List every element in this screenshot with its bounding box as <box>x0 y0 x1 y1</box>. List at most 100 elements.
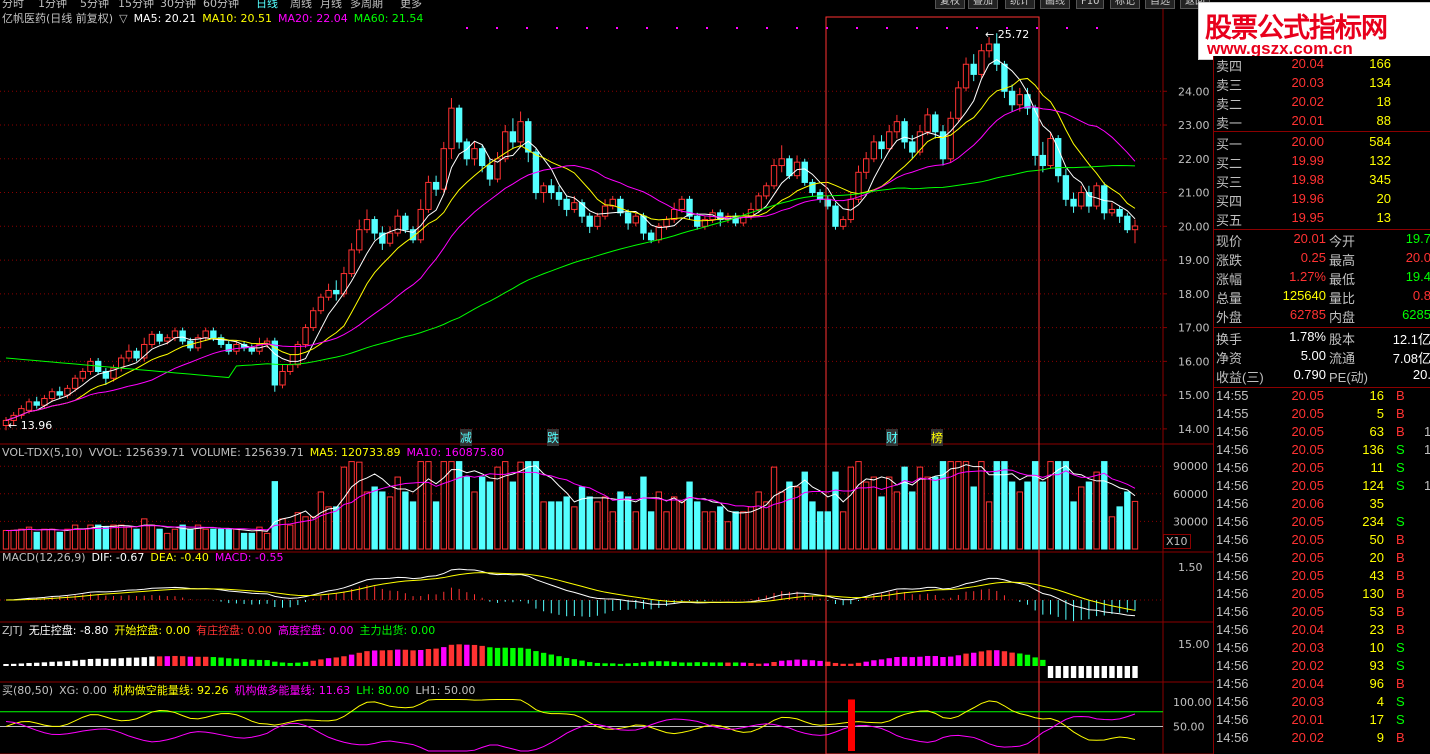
stat-row[interactable]: 总量 125640 量比 0.8 <box>1214 288 1430 306</box>
tick-row[interactable]: 14:56 20.05 136 S 1 <box>1214 442 1430 460</box>
tick-row[interactable]: 14:56 20.03 10 S <box>1214 640 1430 658</box>
tick-row-cell: 20.05 <box>1291 460 1324 475</box>
toolbar-button-3[interactable]: 画线 <box>1040 0 1070 9</box>
tick-row[interactable]: 14:56 20.05 63 B 1 <box>1214 424 1430 442</box>
tick-row[interactable]: 14:56 20.05 50 B <box>1214 532 1430 550</box>
toolbar-button-0[interactable]: 复权 <box>935 0 965 9</box>
bid-row[interactable]: 买四 19.96 20 <box>1214 191 1430 209</box>
candle-body <box>310 310 317 329</box>
volume-bar <box>187 528 194 550</box>
top-dot <box>766 27 768 29</box>
zjtj-bar <box>1124 666 1131 678</box>
tick-row[interactable]: 14:56 20.05 124 S 1 <box>1214 478 1430 496</box>
tick-row-cell: 14:56 <box>1216 730 1249 745</box>
xg-label: XG: 0.00 <box>59 684 107 697</box>
candle-body <box>770 165 778 187</box>
period-tab-3[interactable]: 15分钟 <box>118 0 154 9</box>
tick-row[interactable]: 14:56 20.04 23 B <box>1214 622 1430 640</box>
period-tab-0[interactable]: 分时 <box>2 0 24 9</box>
stat2-row[interactable]: 换手 1.78% 股本 12.1亿 <box>1214 329 1430 347</box>
stat-row[interactable]: 外盘 62785 内盘 6285 <box>1214 307 1430 325</box>
tick-row-cell: 20.04 <box>1291 622 1324 637</box>
zjtj-bar <box>1063 666 1069 678</box>
ask-row[interactable]: 卖四 20.04 166 <box>1214 56 1430 74</box>
period-tab-10[interactable]: 更多 <box>400 0 422 9</box>
tick-row[interactable]: 14:55 20.05 16 B <box>1214 388 1430 406</box>
bid-row[interactable]: 买三 19.98 345 <box>1214 172 1430 190</box>
ask-row[interactable]: 卖三 20.03 134 <box>1214 75 1430 93</box>
marker-drop[interactable]: 跌 <box>547 429 560 446</box>
dropdown-icon[interactable]: ▽ <box>119 12 127 25</box>
buy-ytick-label: 100.00 <box>1173 696 1212 709</box>
period-tab-6[interactable]: 日线 <box>256 0 278 9</box>
zjtj-bar <box>118 658 124 666</box>
ask-row[interactable]: 卖一 20.01 88 <box>1214 113 1430 131</box>
volume-bar <box>724 521 732 550</box>
tick-row-cell: 5 <box>1376 406 1384 421</box>
buy-ytick-label: 50.00 <box>1173 720 1205 733</box>
chart-area[interactable]: 24.00 23.00 22.00 21.00 20.00 19.00 18.00 17.00… <box>0 9 1213 754</box>
tick-row-cell: B <box>1396 388 1405 403</box>
tick-row[interactable]: 14:56 20.05 130 B <box>1214 586 1430 604</box>
toolbar-button-2[interactable]: 统计 <box>1005 0 1035 9</box>
zjtj-bar <box>418 650 424 666</box>
toolbar-button-5[interactable]: 标记 <box>1110 0 1140 9</box>
tick-row[interactable]: 14:56 20.04 96 B <box>1214 676 1430 694</box>
zjtj-bar <box>548 654 554 666</box>
volume-bar <box>486 481 494 550</box>
stat2-row[interactable]: 收益(三) 0.790 PE(动) 20. <box>1214 367 1430 385</box>
period-tab-2[interactable]: 5分钟 <box>80 0 109 9</box>
marker-reduce[interactable]: 减 <box>460 429 473 446</box>
stat-row[interactable]: 现价 20.01 今开 19.7 <box>1214 231 1430 249</box>
tick-row[interactable]: 14:56 20.03 4 S <box>1214 694 1430 712</box>
toolbar-button-6[interactable]: 自选 <box>1145 0 1175 9</box>
tick-row[interactable]: 14:56 20.05 20 B <box>1214 550 1430 568</box>
zjtj-bar <box>80 659 86 666</box>
candle-body <box>317 296 325 312</box>
zjtj-bar <box>771 661 777 666</box>
bid-row[interactable]: 买一 20.00 584 <box>1214 134 1430 152</box>
volume-bar <box>271 481 278 550</box>
volume-bar <box>609 511 616 550</box>
stat-row[interactable]: 涨幅 1.27% 最低 19.4 <box>1214 269 1430 287</box>
bid-row[interactable]: 买五 19.95 13 <box>1214 210 1430 228</box>
stat2-row[interactable]: 净资 5.00 流通 7.08亿 <box>1214 348 1430 366</box>
bid-row[interactable]: 买二 19.99 132 <box>1214 153 1430 171</box>
zjtj-bar <box>1055 666 1061 678</box>
period-tab-1[interactable]: 1分钟 <box>38 0 67 9</box>
tick-row[interactable]: 14:56 20.02 93 S <box>1214 658 1430 676</box>
zjtj-bar <box>456 644 462 666</box>
candle-body <box>525 121 532 153</box>
volume-bar <box>517 461 524 550</box>
tick-row[interactable]: 14:55 20.05 5 B <box>1214 406 1430 424</box>
stat2-row-cell: 股本 <box>1329 332 1356 347</box>
period-tab-9[interactable]: 多周期 <box>350 0 383 9</box>
ask-row[interactable]: 卖二 20.02 18 <box>1214 94 1430 112</box>
candle-body <box>932 114 939 133</box>
volume-bar <box>924 476 931 550</box>
tick-row[interactable]: 14:56 20.05 234 S <box>1214 514 1430 532</box>
zjtj-bar <box>755 663 762 666</box>
candle-body <box>1001 63 1008 92</box>
tick-row[interactable]: 14:56 20.05 43 B <box>1214 568 1430 586</box>
zjtj-bar <box>302 661 309 666</box>
tick-row[interactable]: 14:56 20.06 35 <box>1214 496 1430 514</box>
tick-row[interactable]: 14:56 20.01 17 S <box>1214 712 1430 730</box>
stat-row[interactable]: 涨跌 0.25 最高 20.0 <box>1214 250 1430 268</box>
period-tab-7[interactable]: 周线 <box>290 0 312 9</box>
tick-row[interactable]: 14:56 20.02 9 B <box>1214 730 1430 748</box>
marker-finance[interactable]: 财 <box>886 429 899 446</box>
volume-bar <box>632 511 639 550</box>
vol-unit-label: X10 <box>1163 534 1191 549</box>
period-tab-4[interactable]: 30分钟 <box>160 0 196 9</box>
period-tab-8[interactable]: 月线 <box>320 0 342 9</box>
period-tab-5[interactable]: 60分钟 <box>203 0 239 9</box>
toolbar-button-1[interactable]: 叠加 <box>968 0 998 9</box>
tick-row[interactable]: 14:56 20.05 11 S <box>1214 460 1430 478</box>
marker-list[interactable]: 榜 <box>931 429 944 446</box>
zjtj-bar <box>410 650 416 666</box>
toolbar-button-4[interactable]: F10 <box>1076 0 1105 9</box>
tick-row[interactable]: 14:56 20.05 53 B <box>1214 604 1430 622</box>
candle-body <box>1016 94 1023 106</box>
ask-row-cell: 卖四 <box>1216 59 1243 74</box>
